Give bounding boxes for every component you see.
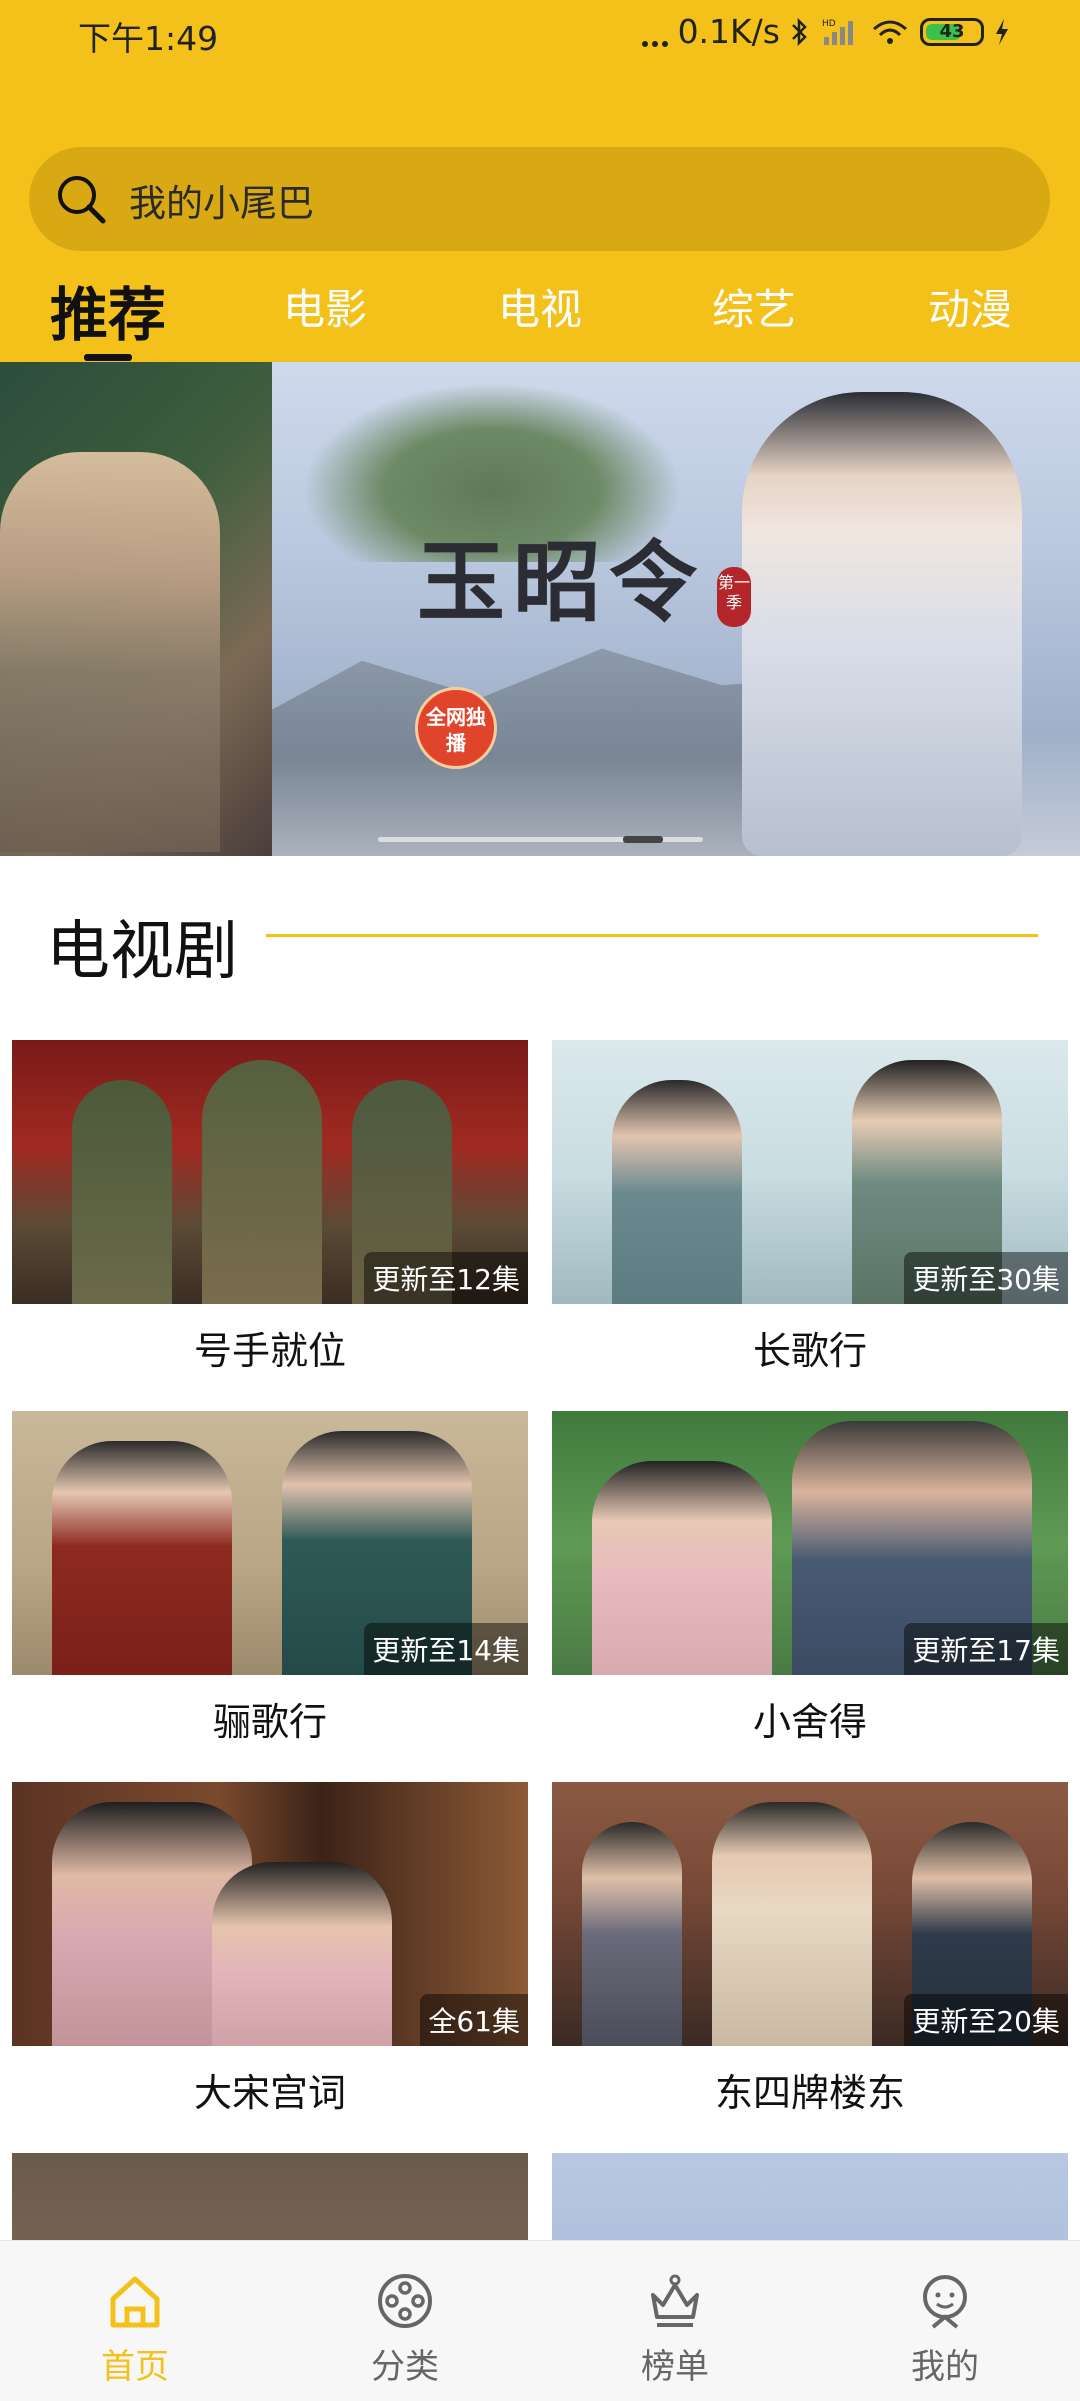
header: 下午1:49 0.1K/s HD 43 我的小尾巴 推荐 电影 电视 综艺 动漫 xyxy=(0,0,1080,362)
nav-profile[interactable]: 我的 xyxy=(845,2241,1045,2401)
tab-anime[interactable]: 动漫 xyxy=(928,276,1012,337)
show-title: 长歌行 xyxy=(752,1329,867,1373)
show-thumbnail: 更新至30集 xyxy=(552,1040,1068,1304)
episode-badge: 更新至12集 xyxy=(364,1252,528,1304)
show-thumbnail xyxy=(12,2153,528,2240)
nav-profile-label: 我的 xyxy=(911,2347,979,2387)
banner-current-slide[interactable]: 玉昭令 第一季 全网独播 xyxy=(272,362,1080,856)
episode-badge: 更新至30集 xyxy=(904,1252,1068,1304)
show-thumbnail: 更新至20集 xyxy=(552,1782,1068,2046)
more-dots-icon xyxy=(641,17,668,47)
banner-exclusive-badge: 全网独播 xyxy=(415,687,497,769)
episode-badge: 更新至14集 xyxy=(364,1623,528,1675)
nav-category-label: 分类 xyxy=(371,2347,439,2387)
banner-season-tag: 第一季 xyxy=(717,567,751,627)
episode-badge: 更新至20集 xyxy=(904,1994,1068,2046)
search-bar[interactable]: 我的小尾巴 xyxy=(29,147,1050,251)
section-title: 电视剧 xyxy=(46,915,238,989)
banner-carousel[interactable]: 玉昭令 第一季 全网独播 xyxy=(0,362,1080,856)
nav-home-label: 首页 xyxy=(101,2347,169,2387)
carousel-indicator xyxy=(378,836,703,843)
show-thumbnail: 更新至17集 xyxy=(552,1411,1068,1675)
show-card[interactable]: 更新至20集 东四牌楼东 xyxy=(552,1782,1068,2115)
home-icon xyxy=(110,2276,160,2328)
show-thumbnail: 全61集 xyxy=(12,1782,528,2046)
show-thumbnail: 更新至14集 xyxy=(12,1411,528,1675)
tab-variety[interactable]: 综艺 xyxy=(712,276,796,337)
network-speed: 0.1K/s xyxy=(677,12,780,51)
nav-category[interactable]: 分类 xyxy=(305,2241,505,2401)
section-divider xyxy=(266,934,1038,937)
show-thumbnail: 更新至12集 xyxy=(12,1040,528,1304)
episode-badge: 全61集 xyxy=(420,1994,528,2046)
category-tabs: 推荐 电影 电视 综艺 动漫 xyxy=(0,268,1080,362)
banner-title: 玉昭令 xyxy=(417,530,706,634)
signal-icon: HD xyxy=(822,19,853,45)
show-card[interactable]: 更新至14集 骊歌行 xyxy=(12,1411,528,1744)
show-card[interactable]: 全61集 大宋宫词 xyxy=(12,1782,528,2115)
active-tab-indicator xyxy=(84,354,132,361)
show-card[interactable]: 更新至30集 长歌行 xyxy=(552,1040,1068,1373)
svg-text:HD: HD xyxy=(822,19,836,29)
show-title: 骊歌行 xyxy=(212,1700,327,1744)
bluetooth-icon xyxy=(792,17,807,46)
status-icons: 0.1K/s HD 43 xyxy=(641,12,1010,51)
tab-tv[interactable]: 电视 xyxy=(498,276,582,337)
crown-icon xyxy=(651,2274,699,2327)
show-card[interactable]: 更新至12集 号手就位 xyxy=(12,1040,528,1373)
nav-ranking-label: 榜单 xyxy=(641,2347,709,2387)
bottom-navigation: 首页 分类 榜单 我的 xyxy=(0,2240,1080,2401)
show-card[interactable] xyxy=(12,2153,528,2240)
nav-ranking[interactable]: 榜单 xyxy=(575,2241,775,2401)
film-reel-icon xyxy=(378,2274,432,2328)
show-title: 号手就位 xyxy=(193,1329,346,1373)
search-input[interactable]: 我的小尾巴 xyxy=(129,173,314,227)
status-time: 下午1:49 xyxy=(78,19,219,58)
show-title: 东四牌楼东 xyxy=(714,2071,905,2115)
tab-movies[interactable]: 电影 xyxy=(283,276,367,337)
status-bar: 下午1:49 0.1K/s HD 43 xyxy=(0,0,1080,66)
tab-recommend[interactable]: 推荐 xyxy=(50,268,166,352)
charging-icon xyxy=(996,18,1008,45)
banner-prev-slide[interactable] xyxy=(0,362,272,856)
search-icon xyxy=(58,176,106,224)
show-thumbnail xyxy=(552,2153,1068,2240)
episode-badge: 更新至17集 xyxy=(904,1623,1068,1675)
show-title: 小舍得 xyxy=(752,1700,867,1744)
show-card[interactable]: 更新至17集 小舍得 xyxy=(552,1411,1068,1744)
wifi-icon xyxy=(873,20,907,44)
profile-icon xyxy=(923,2275,967,2329)
battery-icon: 43 xyxy=(920,17,984,46)
show-card[interactable] xyxy=(552,2153,1068,2240)
nav-home[interactable]: 首页 xyxy=(35,2241,235,2401)
show-title: 大宋宫词 xyxy=(193,2071,346,2115)
